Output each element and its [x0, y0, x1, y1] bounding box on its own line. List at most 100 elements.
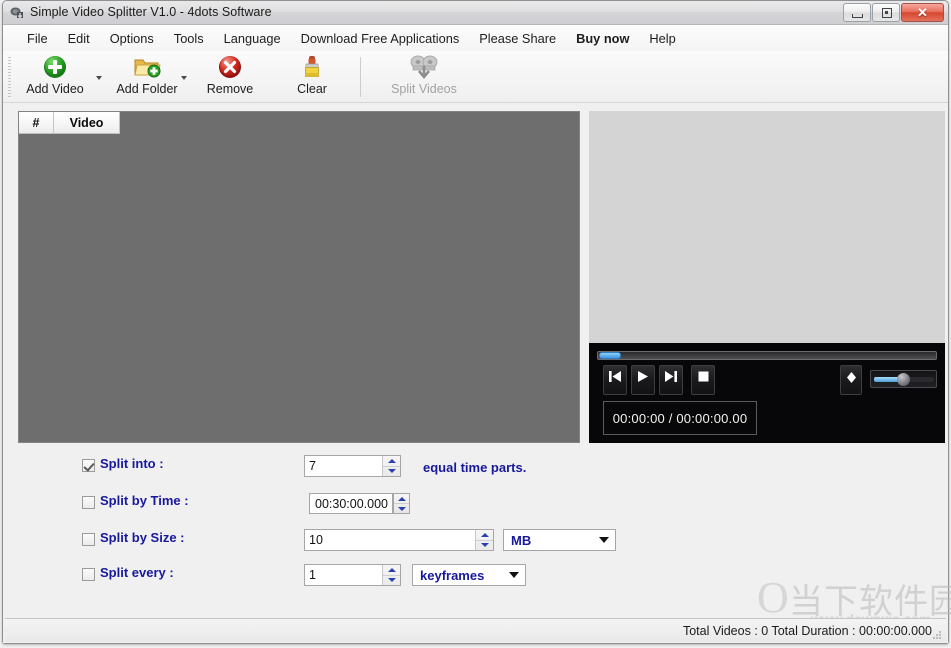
volume-slider[interactable] — [870, 370, 937, 388]
clear-icon — [275, 53, 349, 81]
menu-item-edit[interactable]: Edit — [58, 29, 100, 48]
add-folder-button[interactable]: Add Folder — [106, 53, 188, 96]
stop-button[interactable] — [691, 365, 715, 395]
application-window: Simple Video Splitter V1.0 - 4dots Softw… — [0, 0, 951, 648]
split-by-time-checkbox[interactable] — [82, 496, 95, 509]
window-title: Simple Video Splitter V1.0 - 4dots Softw… — [30, 5, 272, 19]
column-header-index[interactable]: # — [19, 112, 54, 134]
play-icon — [638, 371, 648, 382]
split-every-unit-combo[interactable]: keyframes — [412, 564, 526, 586]
split-into-spinner[interactable]: 7 — [304, 455, 401, 477]
add-video-dropdown-caret[interactable] — [96, 76, 102, 80]
split-by-size-spinner[interactable]: 10 — [304, 529, 494, 551]
split-every-label: Split every : — [100, 565, 174, 580]
option-row-split-by-size: Split by Size : 10 MB — [3, 527, 948, 557]
split-videos-button[interactable]: Split Videos — [378, 53, 470, 96]
clear-button[interactable]: Clear — [275, 53, 349, 96]
menu-item-please-share[interactable]: Please Share — [469, 29, 566, 48]
split-into-suffix: equal time parts. — [423, 460, 527, 475]
video-list-header: # Video — [19, 112, 120, 134]
split-by-size-label: Split by Size : — [100, 530, 185, 545]
add-folder-label: Add Folder — [116, 82, 178, 96]
split-videos-icon — [378, 53, 470, 81]
menu-item-language[interactable]: Language — [214, 29, 291, 48]
split-into-label: Split into : — [100, 456, 164, 471]
volume-slider-thumb[interactable] — [897, 373, 910, 386]
split-into-decrement[interactable] — [383, 467, 400, 477]
previous-icon — [609, 371, 621, 382]
menu-item-download-free-applications[interactable]: Download Free Applications — [291, 29, 470, 48]
minimize-icon — [852, 14, 863, 18]
next-button[interactable] — [659, 365, 683, 395]
split-by-time-decrement[interactable] — [394, 504, 409, 513]
menu-item-help[interactable]: Help — [639, 29, 685, 48]
maximize-icon — [882, 8, 892, 18]
chevron-down-icon[interactable] — [593, 537, 615, 543]
status-bar: Total Videos : 0 Total Duration : 00:00:… — [5, 618, 946, 642]
remove-button[interactable]: Remove — [193, 53, 267, 96]
time-display-text: 00:00:00 / 00:00:00.00 — [612, 410, 748, 426]
close-button[interactable]: ✕ — [901, 3, 944, 22]
add-video-label: Add Video — [26, 82, 84, 96]
split-every-increment[interactable] — [383, 565, 400, 575]
resize-grip-icon[interactable] — [931, 628, 943, 640]
clear-label: Clear — [297, 82, 327, 96]
toolbar-separator — [360, 57, 361, 97]
stop-icon — [698, 371, 708, 382]
split-by-size-checkbox[interactable] — [82, 533, 95, 546]
previous-button[interactable] — [603, 365, 627, 395]
mute-icon — [846, 372, 856, 383]
status-text: Total Videos : 0 Total Duration : 00:00:… — [682, 623, 932, 638]
split-every-spinner[interactable]: 1 — [304, 564, 401, 586]
seek-slider[interactable] — [597, 351, 937, 360]
split-by-size-increment[interactable] — [476, 530, 493, 540]
toolbar: Add Video Add Folder Remove Clear Split … — [3, 51, 948, 103]
column-header-video[interactable]: Video — [54, 112, 120, 134]
close-icon: ✕ — [917, 4, 928, 20]
minimize-button[interactable] — [843, 3, 871, 22]
menu-item-file[interactable]: File — [17, 29, 58, 48]
mute-button[interactable] — [840, 365, 862, 395]
split-into-increment[interactable] — [383, 456, 400, 466]
split-by-size-unit-combo[interactable]: MB — [503, 529, 616, 551]
split-every-input[interactable]: 1 — [305, 565, 382, 585]
client-area: # Video 00:00:00 / 00:00:00.00 Split int… — [3, 103, 948, 643]
video-player-controls: 00:00:00 / 00:00:00.00 — [589, 343, 945, 443]
app-icon — [9, 5, 25, 21]
toolbar-grip[interactable] — [8, 57, 11, 97]
split-by-time-increment[interactable] — [394, 494, 409, 503]
menu-item-buy-now[interactable]: Buy now — [566, 29, 639, 48]
split-by-time-label: Split by Time : — [100, 493, 189, 508]
window-controls: ✕ — [843, 3, 944, 22]
split-every-spinner-arrows — [382, 565, 400, 585]
split-every-unit-value: keyframes — [420, 567, 485, 583]
split-videos-label: Split Videos — [391, 82, 457, 96]
split-into-input[interactable]: 7 — [305, 456, 382, 476]
option-row-split-into: Split into : 7 equal time parts. — [3, 453, 948, 483]
split-into-spinner-arrows — [382, 456, 400, 476]
menu-item-options[interactable]: Options — [100, 29, 164, 48]
add-video-icon — [17, 53, 93, 81]
split-every-decrement[interactable] — [383, 576, 400, 586]
split-by-size-spinner-arrows — [475, 530, 493, 550]
video-list[interactable]: # Video — [18, 111, 580, 443]
split-into-checkbox[interactable] — [82, 459, 95, 472]
seek-slider-thumb[interactable] — [599, 352, 621, 359]
split-by-size-input[interactable]: 10 — [305, 530, 475, 550]
add-folder-dropdown-caret[interactable] — [181, 76, 187, 80]
next-icon — [665, 371, 677, 382]
option-row-split-every: Split every : 1 keyframes — [3, 562, 948, 592]
split-by-time-spinner-arrows — [393, 493, 410, 514]
add-folder-icon — [106, 53, 188, 81]
add-video-button[interactable]: Add Video — [17, 53, 93, 96]
menu-bar: File Edit Options Tools Language Downloa… — [3, 25, 948, 51]
menu-item-tools[interactable]: Tools — [164, 29, 214, 48]
play-button[interactable] — [631, 365, 655, 395]
split-by-time-input[interactable]: 00:30:00.000 — [309, 493, 393, 514]
split-every-checkbox[interactable] — [82, 568, 95, 581]
time-display: 00:00:00 / 00:00:00.00 — [603, 401, 757, 435]
chevron-down-icon[interactable] — [503, 572, 525, 578]
title-bar: Simple Video Splitter V1.0 - 4dots Softw… — [3, 1, 948, 25]
split-by-size-decrement[interactable] — [476, 541, 493, 551]
maximize-button[interactable] — [872, 3, 900, 22]
